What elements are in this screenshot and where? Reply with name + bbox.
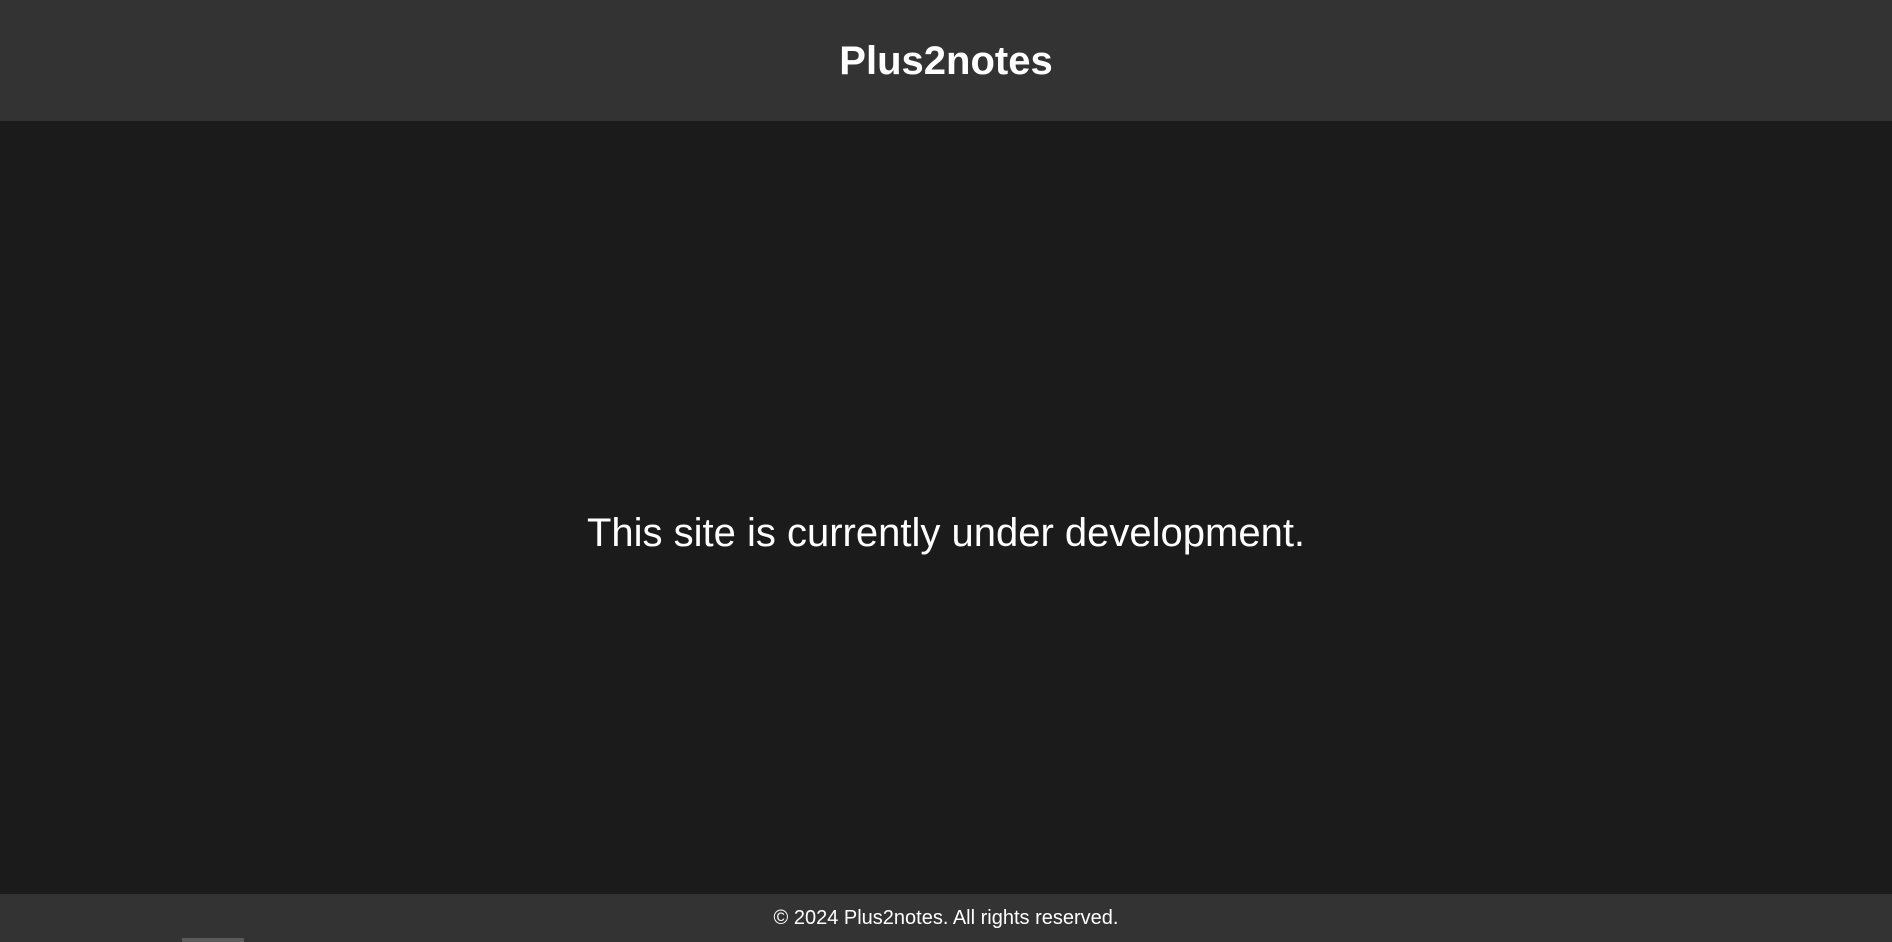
development-message: This site is currently under development…	[586, 511, 1306, 555]
site-footer: © 2024 Plus2notes. All rights reserved.	[0, 894, 1892, 942]
main-content: This site is currently under development…	[0, 121, 1892, 894]
horizontal-scrollbar-thumb[interactable]	[182, 938, 244, 942]
site-title: Plus2notes	[839, 38, 1053, 83]
page: Plus2notes This site is currently under …	[0, 0, 1892, 942]
copyright-text: © 2024 Plus2notes. All rights reserved.	[773, 906, 1119, 929]
site-header: Plus2notes	[0, 0, 1892, 121]
